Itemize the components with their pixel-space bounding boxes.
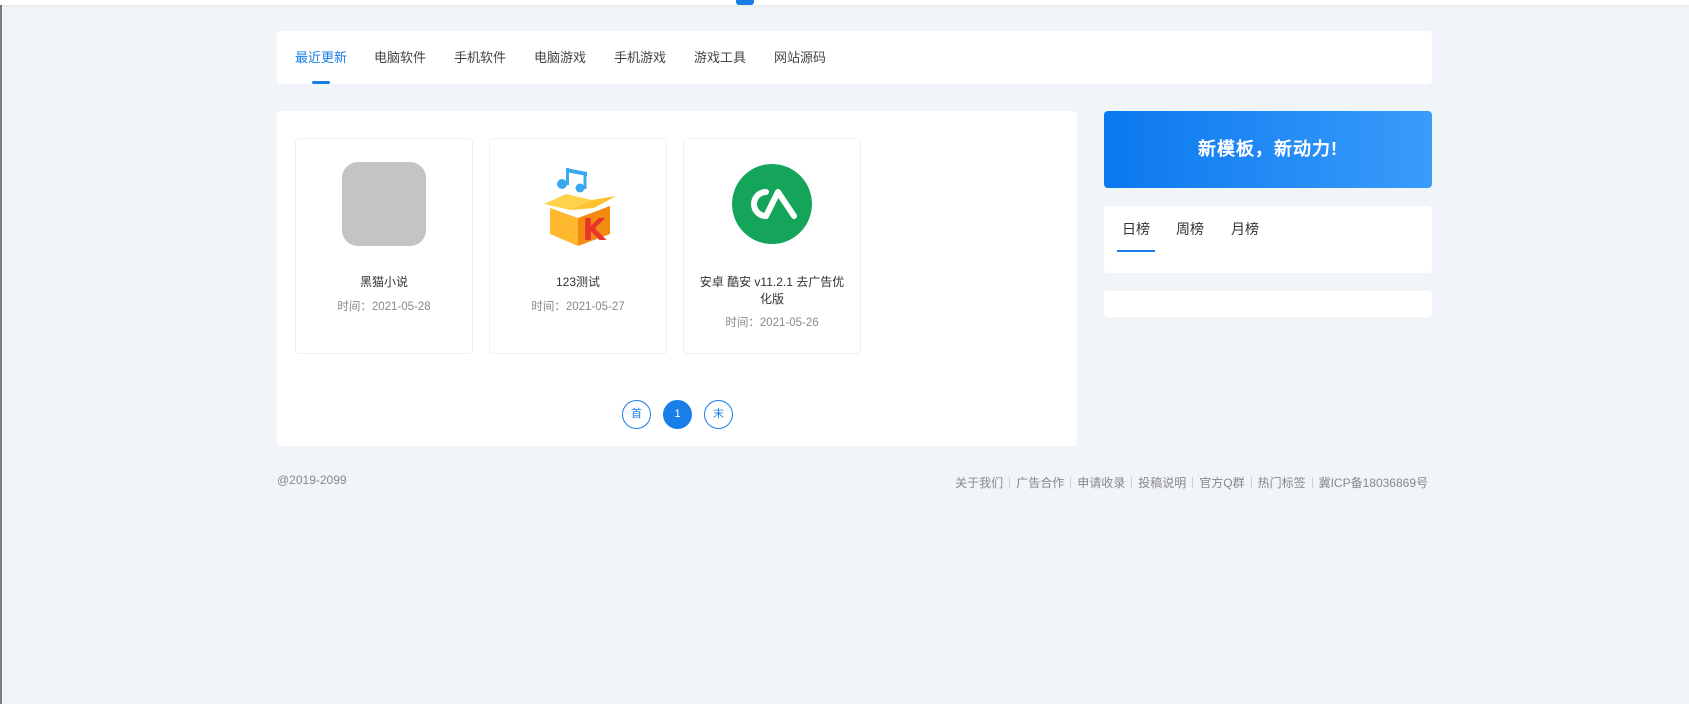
coolapk-logo-icon (730, 162, 814, 246)
footer-links: 关于我们 广告合作 申请收录 投稿说明 官方Q群 热门标签 冀ICP备18036869号 (955, 474, 1428, 491)
footer-separator (1192, 477, 1194, 488)
promo-banner[interactable]: 新模板，新动力! (1104, 111, 1432, 188)
tab-label: 游戏工具 (694, 50, 747, 65)
scroll-indicator (736, 0, 754, 5)
tab-recent-updates[interactable]: 最近更新 (295, 31, 347, 84)
svg-text:K: K (582, 213, 607, 246)
card-time: 时间：2021-05-26 (725, 317, 819, 329)
active-rank-underline (1117, 250, 1155, 252)
content-panel: 黑猫小说 时间：2021-05-28 K 123测试 时间：2021-05-27 (277, 111, 1077, 446)
tab-label: 电脑游戏 (534, 50, 587, 65)
tab-label: 手机游戏 (614, 50, 667, 65)
card-title: 123测试 (555, 275, 601, 289)
tab-label: 电脑软件 (374, 50, 427, 65)
tab-game-tools[interactable]: 游戏工具 (694, 31, 746, 84)
footer-separator (1131, 477, 1133, 488)
tab-pc-software[interactable]: 电脑软件 (374, 31, 426, 84)
footer-separator (1311, 477, 1313, 488)
music-box-k-icon: K (536, 162, 620, 246)
category-nav: 最近更新 电脑软件 手机软件 电脑游戏 手机游戏 游戏工具 网站源码 (277, 31, 1432, 84)
ranking-panel: 日榜 周榜 月榜 (1104, 206, 1432, 273)
tab-label: 最近更新 (295, 50, 348, 65)
tab-website-source[interactable]: 网站源码 (774, 31, 826, 84)
footer-link-hot-tags[interactable]: 热门标签 (1258, 476, 1306, 490)
footer-link-icp-license[interactable]: 冀ICP备18036869号 (1319, 476, 1428, 490)
tab-mobile-software[interactable]: 手机软件 (454, 31, 506, 84)
footer-link-ads[interactable]: 广告合作 (1016, 476, 1064, 490)
app-card[interactable]: 黑猫小说 时间：2021-05-28 (295, 138, 473, 354)
footer-link-contribution-guide[interactable]: 投稿说明 (1138, 476, 1186, 490)
placeholder-app-icon (342, 162, 426, 246)
top-header-bar (0, 0, 1689, 5)
pagination-last-button[interactable]: 末 (704, 400, 733, 429)
ranking-list (1104, 291, 1432, 317)
footer-separator (1070, 477, 1072, 488)
tab-daily-rank[interactable]: 日榜 (1122, 206, 1150, 252)
app-card[interactable]: K 123测试 时间：2021-05-27 (489, 138, 667, 354)
card-title: 安卓 酷安 v11.2.1 去广告优化版 (699, 275, 845, 306)
card-title: 黑猫小说 (359, 275, 408, 289)
footer-separator (1009, 477, 1011, 488)
tab-label: 手机软件 (454, 50, 507, 65)
card-time: 时间：2021-05-28 (337, 301, 431, 313)
footer-link-about[interactable]: 关于我们 (955, 476, 1003, 490)
footer-separator (1250, 477, 1252, 488)
app-card[interactable]: 安卓 酷安 v11.2.1 去广告优化版 时间：2021-05-26 (683, 138, 861, 354)
pagination-first-button[interactable]: 首 (622, 400, 651, 429)
footer-link-submit-site[interactable]: 申请收录 (1077, 476, 1125, 490)
tab-mobile-games[interactable]: 手机游戏 (614, 31, 666, 84)
copyright-text: @2019-2099 (277, 473, 347, 487)
tab-pc-games[interactable]: 电脑游戏 (534, 31, 586, 84)
card-time: 时间：2021-05-27 (531, 301, 625, 313)
window-left-edge (0, 0, 2, 704)
tab-weekly-rank[interactable]: 周榜 (1176, 206, 1204, 252)
tab-label: 网站源码 (774, 50, 827, 65)
pagination-page-1[interactable]: 1 (663, 400, 692, 429)
tab-monthly-rank[interactable]: 月榜 (1231, 206, 1259, 252)
footer-link-official-qq-group[interactable]: 官方Q群 (1199, 476, 1244, 490)
active-tab-underline (312, 81, 330, 84)
